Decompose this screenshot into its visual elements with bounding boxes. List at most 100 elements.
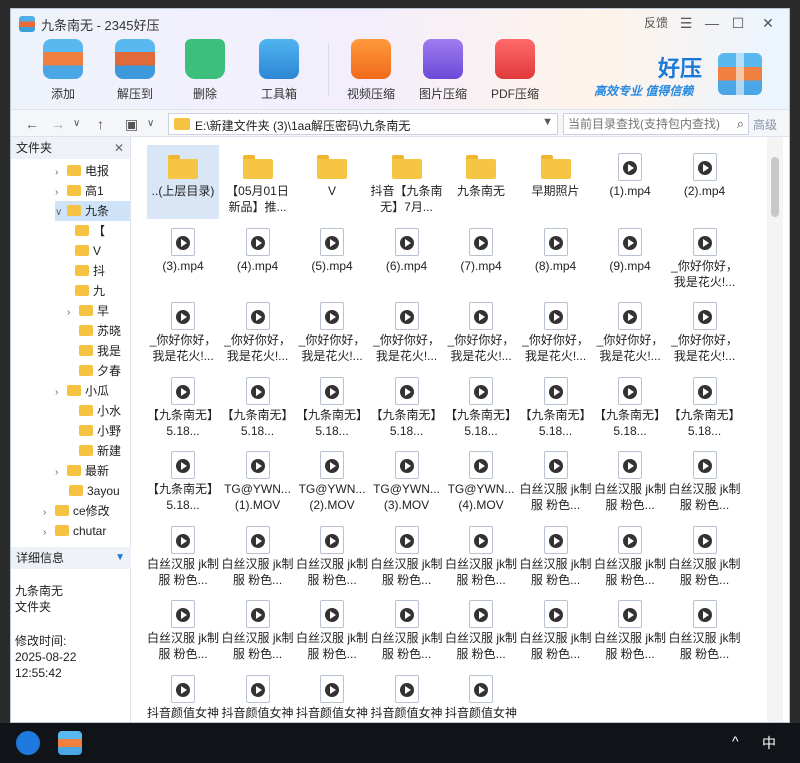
search-input[interactable]	[564, 114, 724, 134]
video-file-item[interactable]: (6).mp4	[371, 220, 443, 294]
tree-item[interactable]: › 高1	[55, 181, 104, 201]
forward-arrow-icon[interactable]: →	[51, 114, 65, 134]
tree-item[interactable]: 抖	[75, 261, 105, 281]
file-grid[interactable]: ..(上层目录) 【05月01日新品】推... V 抖音【九条南无】7月... 九条南无…	[139, 137, 767, 722]
tree-item[interactable]: 3ayou	[57, 481, 120, 501]
tree-item[interactable]: 夕春	[67, 361, 121, 381]
video-file-item[interactable]: (7).mp4	[445, 220, 517, 294]
tree-item[interactable]: 新建	[67, 441, 121, 461]
back-arrow-icon[interactable]: ←	[25, 114, 39, 134]
video-file-item[interactable]: TG@YWN...(4).MOV	[445, 443, 517, 517]
video-file-item[interactable]: 【九条南无】5.18...	[147, 443, 219, 517]
video-file-item[interactable]: (4).mp4	[222, 220, 294, 294]
vertical-scrollbar[interactable]	[767, 137, 783, 722]
toolbox-button[interactable]: 工具箱	[249, 39, 309, 102]
collapse-icon[interactable]: ▼	[115, 547, 125, 569]
video-file-item[interactable]: 抖音颜值女神 九条南...	[222, 667, 294, 722]
search-icon[interactable]: ⌕	[737, 116, 744, 132]
tree-item[interactable]: 我是	[67, 341, 121, 361]
video-file-item[interactable]: (3).mp4	[147, 220, 219, 294]
video-file-item[interactable]: 白丝汉服 jk制服 粉色...	[371, 518, 443, 592]
ime-indicator[interactable]: 中	[762, 733, 776, 753]
video-file-item[interactable]: TG@YWN...(2).MOV	[296, 443, 368, 517]
video-file-item[interactable]: _你好你好，我是花火!...	[669, 220, 741, 294]
folder-item[interactable]: 早期照片	[520, 145, 592, 219]
tree-item[interactable]: V	[75, 241, 101, 261]
maximize-icon[interactable]: ☐	[727, 13, 749, 33]
video-file-item[interactable]: (1).mp4	[594, 145, 666, 219]
video-file-item[interactable]: _你好你好，我是花火!...	[594, 294, 666, 368]
video-file-item[interactable]: 【九条南无】5.18...	[445, 369, 517, 443]
video-file-item[interactable]: 白丝汉服 jk制服 粉色...	[222, 592, 294, 666]
video-file-item[interactable]: _你好你好，我是花火!...	[147, 294, 219, 368]
details-header[interactable]: 详细信息 ▼	[11, 547, 131, 569]
haozip-taskbar-icon[interactable]	[58, 731, 82, 755]
feedback-link[interactable]: 反馈	[641, 13, 671, 33]
tree-item[interactable]: › 早	[67, 301, 109, 321]
video-file-item[interactable]: 白丝汉服 jk制服 粉色...	[594, 443, 666, 517]
video-file-item[interactable]: _你好你好，我是花火!...	[520, 294, 592, 368]
folder-tree[interactable]: › 电报 › 高1 ∨ 九条 【 V 抖 九 › 早 苏晓 我是 夕春 › 小瓜 小水 小…	[11, 159, 130, 544]
video-file-item[interactable]: _你好你好，我是花火!...	[222, 294, 294, 368]
video-file-item[interactable]: _你好你好，我是花火!...	[371, 294, 443, 368]
menu-icon[interactable]: ☰	[675, 13, 697, 33]
tree-item[interactable]: › 电报	[55, 161, 109, 181]
minimize-icon[interactable]: —	[701, 13, 723, 33]
video-file-item[interactable]: 白丝汉服 jk制服 粉色...	[669, 443, 741, 517]
video-file-item[interactable]: 【九条南无】5.18...	[669, 369, 741, 443]
video-file-item[interactable]: 【九条南无】5.18...	[147, 369, 219, 443]
video-file-item[interactable]: 【九条南无】5.18...	[594, 369, 666, 443]
video-file-item[interactable]: 白丝汉服 jk制服 粉色...	[669, 518, 741, 592]
tree-item-selected[interactable]: ∨ 九条	[55, 201, 130, 221]
video-file-item[interactable]: _你好你好，我是花火!...	[445, 294, 517, 368]
view-mode-icon[interactable]: ▣	[125, 114, 138, 134]
video-file-item[interactable]: 【九条南无】5.18...	[296, 369, 368, 443]
video-file-item[interactable]: TG@YWN...(3).MOV	[371, 443, 443, 517]
tree-item[interactable]: › 小瓜	[55, 381, 109, 401]
tray-expand-icon[interactable]: ^	[732, 733, 739, 749]
pdf-compress-button[interactable]: PDF压缩	[485, 39, 545, 102]
video-file-item[interactable]: 白丝汉服 jk制服 粉色...	[594, 592, 666, 666]
video-file-item[interactable]: 白丝汉服 jk制服 粉色...	[594, 518, 666, 592]
folder-item[interactable]: 抖音【九条南无】7月...	[371, 145, 443, 219]
folder-item[interactable]: V	[296, 145, 368, 219]
video-file-item[interactable]: 白丝汉服 jk制服 粉色...	[147, 518, 219, 592]
close-icon[interactable]: ✕	[757, 13, 779, 33]
video-file-item[interactable]: _你好你好，我是花火!...	[296, 294, 368, 368]
scrollbar-thumb[interactable]	[771, 157, 779, 217]
close-panel-icon[interactable]: ✕	[114, 137, 124, 159]
tree-item[interactable]: › chutar	[43, 521, 106, 541]
tree-item[interactable]: 苏晓	[67, 321, 121, 341]
video-file-item[interactable]: 白丝汉服 jk制服 粉色...	[296, 592, 368, 666]
app-p-icon[interactable]	[16, 731, 40, 755]
video-file-item[interactable]: (9).mp4	[594, 220, 666, 294]
search-field[interactable]: ⌕	[563, 113, 749, 135]
video-file-item[interactable]: 白丝汉服 jk制服 粉色...	[520, 518, 592, 592]
extract-to-button[interactable]: 解压到	[105, 39, 165, 102]
history-dropdown-icon[interactable]: ∨	[73, 114, 80, 134]
path-field[interactable]: E:\新建文件夹 (3)\1aa解压密码\九条南无 ▼	[168, 113, 558, 135]
video-file-item[interactable]: TG@YWN...(1).MOV	[222, 443, 294, 517]
tree-item[interactable]: 九	[75, 281, 105, 301]
folder-item[interactable]: ..(上层目录)	[147, 145, 219, 219]
video-file-item[interactable]: _你好你好，我是花火!...	[669, 294, 741, 368]
video-file-item[interactable]: 抖音颜值女神 九条南...	[147, 667, 219, 722]
tree-item[interactable]: › 最新	[55, 461, 109, 481]
video-file-item[interactable]: 白丝汉服 jk制服 粉色...	[520, 443, 592, 517]
tree-item[interactable]: › ce修改	[43, 501, 110, 521]
video-file-item[interactable]: 白丝汉服 jk制服 粉色...	[296, 518, 368, 592]
folder-item[interactable]: 九条南无	[445, 145, 517, 219]
image-compress-button[interactable]: 图片压缩	[413, 39, 473, 102]
video-file-item[interactable]: 抖音颜值女神 九条南...	[371, 667, 443, 722]
view-dropdown-icon[interactable]: ∨	[147, 114, 154, 134]
folder-item[interactable]: 【05月01日新品】推...	[222, 145, 294, 219]
video-file-item[interactable]: 白丝汉服 jk制服 粉色...	[520, 592, 592, 666]
tree-item[interactable]: 【	[75, 221, 105, 241]
video-file-item[interactable]: 白丝汉服 jk制服 粉色...	[669, 592, 741, 666]
tree-item[interactable]: 小野	[67, 421, 121, 441]
video-file-item[interactable]: (2).mp4	[669, 145, 741, 219]
path-dropdown-icon[interactable]: ▼	[542, 116, 553, 128]
video-file-item[interactable]: 白丝汉服 jk制服 粉色...	[445, 518, 517, 592]
video-file-item[interactable]: 白丝汉服 jk制服 粉色...	[147, 592, 219, 666]
video-compress-button[interactable]: 视频压缩	[341, 39, 401, 102]
